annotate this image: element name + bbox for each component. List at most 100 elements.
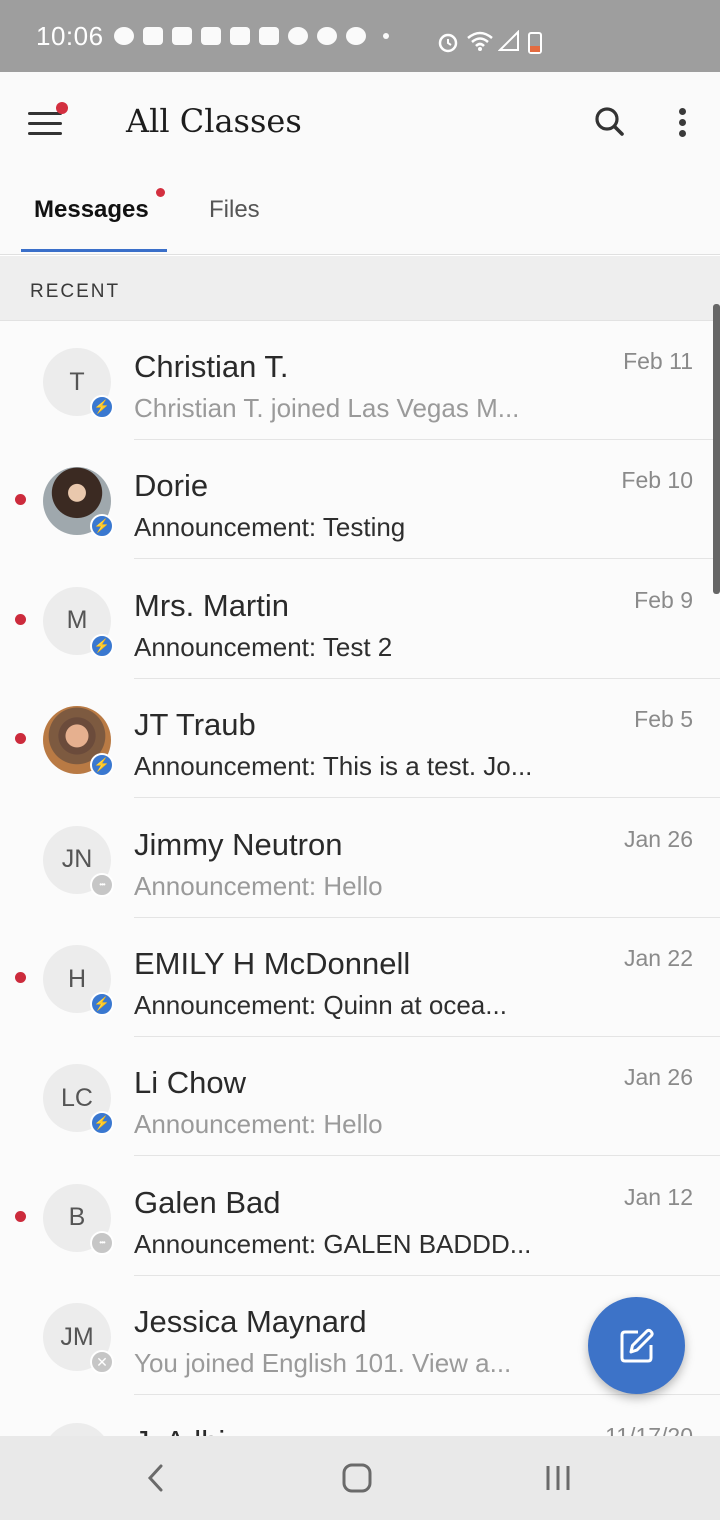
compose-icon <box>620 1328 654 1362</box>
lightning-badge-icon: ⚡ <box>90 395 114 419</box>
unread-indicator <box>15 494 26 506</box>
alarm-icon <box>438 33 458 53</box>
conversation-name: Jessica Maynard <box>134 1304 367 1340</box>
conversation-name: Mrs. Martin <box>134 587 289 623</box>
messages-unread-dot <box>156 188 165 197</box>
menu-button[interactable] <box>22 100 70 148</box>
tab-bar: Messages Files <box>0 176 720 255</box>
conversation-name: JT Traub <box>134 707 256 743</box>
unread-indicator <box>15 613 26 625</box>
conversation-date: Jan 22 <box>623 945 693 971</box>
conversation-row[interactable]: ⚡ Dorie Announcement: Testing Feb 10 <box>0 440 720 560</box>
app-notification-icon <box>316 27 337 45</box>
conversation-preview: Announcement: GALEN BADDD... <box>134 1228 532 1259</box>
hamburger-line <box>28 122 62 125</box>
lightning-badge-icon: ⚡ <box>90 753 114 778</box>
close-badge-icon: ✕ <box>90 1350 114 1375</box>
tiktok-icon <box>142 27 163 45</box>
system-navigation-bar <box>0 1436 720 1520</box>
conversation-row[interactable]: J. A.lbi... 11/17/20 <box>0 1396 720 1436</box>
conversation-preview: You joined English 101. View a... <box>134 1348 512 1379</box>
youtube-icon <box>200 27 221 45</box>
conversation-preview: Christian T. joined Las Vegas M... <box>134 393 520 423</box>
conversation-name: Jimmy Neutron <box>134 826 343 862</box>
conversation-date: Feb 11 <box>623 348 693 374</box>
page-title: All Classes <box>126 102 302 140</box>
conversation-name: Galen Bad <box>134 1184 281 1220</box>
conversation-date: Jan 26 <box>623 1064 693 1091</box>
conversation-date: Jan 12 <box>623 1183 693 1210</box>
conversation-row[interactable]: ⚡ JT Traub Announcement: This is a test. J… <box>0 679 720 799</box>
compose-button[interactable] <box>588 1297 685 1394</box>
active-tab-indicator <box>21 249 167 252</box>
hamburger-menu-icon <box>28 112 62 115</box>
conversation-name: Li Chow <box>134 1065 246 1101</box>
conversation-date: Feb 5 <box>634 706 693 733</box>
lightning-badge-icon: ⚡ <box>90 633 114 658</box>
app-bar: All Classes <box>0 72 720 176</box>
tab-files[interactable]: Files <box>209 196 260 224</box>
conversation-name: EMILY H McDonnell <box>134 946 411 981</box>
more-options-button[interactable] <box>662 98 702 146</box>
recent-section-header: RECENT <box>0 256 720 321</box>
section-title: RECENT <box>30 281 121 302</box>
conversation-preview: Announcement: Hello <box>134 870 383 901</box>
avatar <box>43 1422 111 1436</box>
status-time: 10:06 <box>36 20 104 51</box>
conversation-row[interactable]: LC ⚡ Li Chow Announcement: Hello Jan 26 <box>0 1037 720 1157</box>
conversation-row[interactable]: H ⚡ EMILY H McDonnell Announcement: Quinn a… <box>0 918 720 1037</box>
home-button[interactable] <box>327 1454 387 1502</box>
tiktok-icon <box>229 27 250 45</box>
home-icon <box>342 1463 372 1493</box>
conversation-row[interactable]: T ⚡ Christian T. Christian T. joined Las Ve… <box>0 321 720 440</box>
search-icon <box>595 107 624 136</box>
more-notifications-icon <box>382 33 389 39</box>
conversation-preview: Announcement: Test 2 <box>134 631 393 662</box>
more-dot <box>679 119 686 126</box>
conversation-date: Jan 26 <box>623 825 693 852</box>
status-bar: 10:06 <box>0 0 720 72</box>
conversation-date: Feb 10 <box>621 467 693 494</box>
app-notification-icon <box>287 27 308 45</box>
conversation-name: Christian T. <box>134 349 289 384</box>
unread-indicator <box>15 972 26 983</box>
more-dot <box>679 130 686 137</box>
app-notification-icon <box>345 27 366 45</box>
lightning-badge-icon: ⚡ <box>90 1111 114 1136</box>
conversation-date: Feb 9 <box>634 586 693 613</box>
conversation-row[interactable]: JNJimmy NeutronAnnouncement: HelloJan 26 <box>0 799 720 918</box>
more-vertical-icon <box>679 108 686 115</box>
lightning-badge-icon: ⚡ <box>90 514 114 539</box>
recents-icon <box>546 1466 570 1490</box>
back-icon <box>147 1464 163 1492</box>
back-button[interactable] <box>126 1454 186 1502</box>
tab-messages[interactable]: Messages <box>34 196 149 224</box>
conversation-preview: Announcement: Testing <box>134 512 406 543</box>
video-camera-icon <box>258 27 279 45</box>
conversation-row[interactable]: BGalen BadAnnouncement: GALEN BADDD...Ja… <box>0 1157 720 1276</box>
chat-badge-icon <box>90 872 114 897</box>
battery-icon <box>528 32 542 54</box>
recents-button[interactable] <box>528 1454 588 1502</box>
conversation-date: 11/17/20 <box>605 1422 693 1436</box>
app-notification-icon <box>113 27 134 45</box>
conversation-preview: Announcement: This is a test. Jo... <box>134 751 533 782</box>
conversation-name: Dorie <box>134 468 209 504</box>
unread-indicator <box>15 733 26 745</box>
lightning-badge-icon: ⚡ <box>90 992 114 1016</box>
youtube-icon <box>171 27 192 45</box>
conversation-preview: Announcement: Quinn at ocea... <box>134 990 507 1020</box>
wifi-icon <box>467 31 493 51</box>
conversation-name: J. A.lbi... <box>134 1424 251 1436</box>
chat-badge-icon <box>90 1230 114 1255</box>
conversation-list[interactable]: T ⚡ Christian T. Christian T. joined Las Ve… <box>0 321 720 1436</box>
search-button[interactable] <box>588 100 632 144</box>
unread-indicator <box>15 1210 26 1222</box>
hamburger-line <box>28 132 62 135</box>
conversation-row[interactable]: M ⚡ Mrs. Martin Announcement: Test 2 Feb 9 <box>0 560 720 679</box>
signal-icon <box>498 30 519 51</box>
scrollbar[interactable] <box>713 304 720 594</box>
conversation-preview: Announcement: Hello <box>134 1109 383 1140</box>
menu-notification-dot <box>56 102 68 114</box>
notification-icons <box>113 27 407 45</box>
